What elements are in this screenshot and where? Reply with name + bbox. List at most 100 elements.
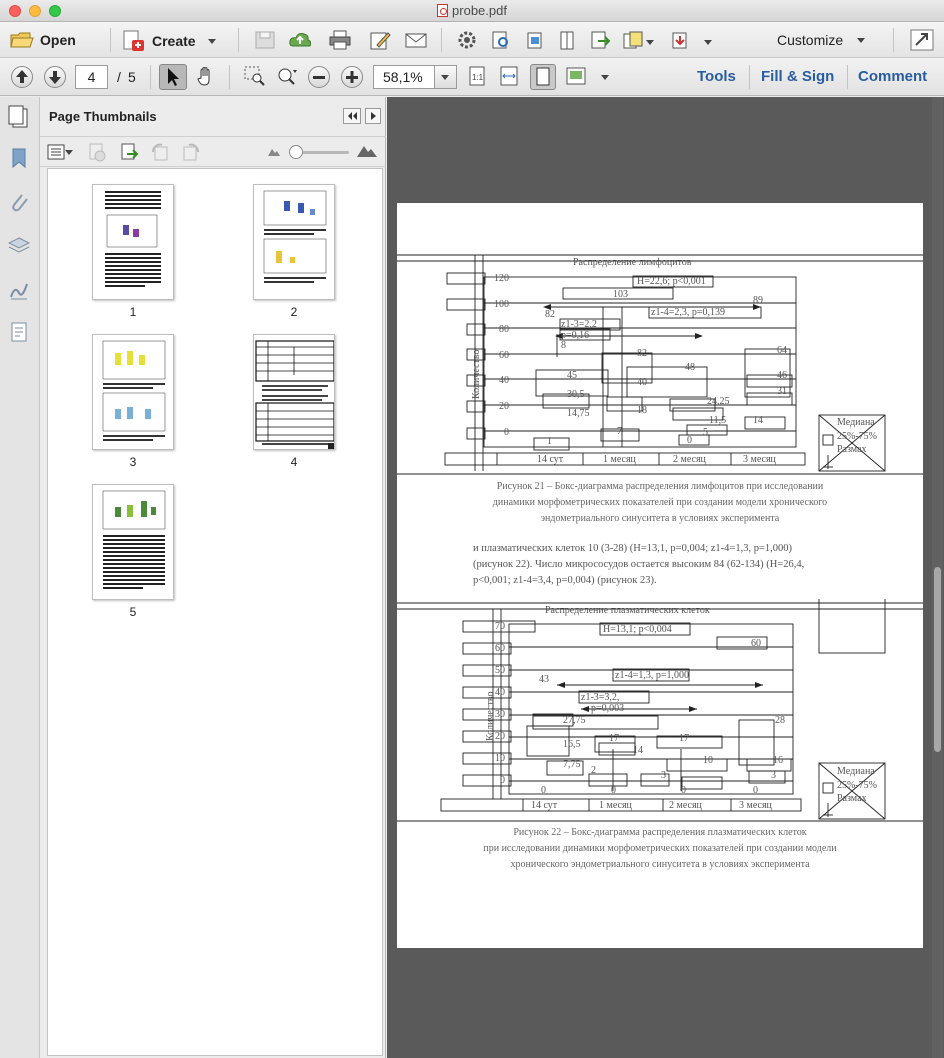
thumbnail-page-1[interactable] — [92, 184, 174, 300]
figure1-data-label: 7 — [617, 426, 622, 437]
find-document-icon[interactable] — [490, 30, 512, 50]
customize-button[interactable]: Customize — [777, 32, 866, 48]
page-3-preview — [102, 340, 166, 441]
window-title: probe.pdf — [0, 3, 944, 18]
page-number-input[interactable]: 4 — [75, 65, 108, 89]
save-icon[interactable] — [254, 30, 276, 50]
zoom-out-button[interactable] — [308, 66, 330, 88]
combine-icon[interactable] — [622, 30, 644, 50]
figure1-data-label: 14,75 — [567, 408, 590, 419]
document-view[interactable]: Распределение лимфоцитов H=22,6; p<0,001… — [387, 97, 944, 1058]
gear-icon[interactable] — [456, 30, 478, 50]
figure1-x-category: 2 месяц — [673, 454, 706, 465]
print-icon[interactable] — [329, 30, 351, 50]
insert-page-icon[interactable] — [119, 142, 139, 162]
page-thumbnails-icon[interactable] — [7, 105, 31, 129]
next-page-button[interactable] — [44, 66, 66, 88]
chevron-down-icon[interactable] — [646, 40, 654, 45]
cursor-arrow-icon — [168, 68, 179, 86]
thumbnail-label: 3 — [129, 455, 137, 469]
thumbnail-label: 5 — [129, 605, 137, 619]
large-mountain-icon — [357, 146, 377, 157]
fill-sign-pane-link[interactable]: Fill & Sign — [761, 68, 834, 85]
comment-pane-link[interactable]: Comment — [858, 68, 927, 85]
expand-panel-button[interactable] — [365, 108, 381, 124]
minus-icon — [313, 76, 325, 79]
document-properties-icon[interactable] — [8, 321, 30, 343]
page-4-preview — [255, 340, 334, 445]
figure1-y-tick: 0 — [504, 427, 509, 438]
scrollbar-thumb[interactable] — [934, 567, 941, 752]
marquee-zoom-icon[interactable] — [244, 66, 266, 86]
view-options-chevron-icon[interactable] — [601, 75, 609, 80]
total-pages: 5 — [128, 69, 136, 85]
rotate-counterclockwise-icon[interactable] — [150, 142, 170, 162]
chevron-down-icon[interactable] — [65, 150, 73, 155]
fit-width-icon[interactable] — [498, 66, 520, 86]
bookmark-icon[interactable] — [8, 147, 30, 169]
arrow-down-icon — [49, 71, 61, 84]
share-icon[interactable] — [670, 30, 692, 50]
figure2-stat-cmp1: z1-4=1,3, p=1,000 — [615, 670, 690, 681]
zoom-dropdown-icon[interactable] — [276, 66, 298, 86]
zoom-in-button[interactable] — [341, 66, 363, 88]
edit-document-icon[interactable] — [369, 30, 391, 50]
export-icon[interactable] — [589, 30, 611, 50]
figure1-y-axis-label: Количество — [471, 349, 482, 399]
small-mountain-icon — [268, 149, 280, 156]
body-paragraph-line1: и плазматических клеток 10 (3-28) (H=13,… — [473, 543, 793, 554]
create-button[interactable]: Create — [122, 30, 216, 52]
figure1-stat-cmp2: z1-3=2,2 — [561, 319, 597, 330]
figure2-data-label: 0 — [541, 785, 546, 796]
layers-icon[interactable] — [8, 235, 30, 257]
tools-pane-link[interactable]: Tools — [697, 68, 736, 85]
signature-icon[interactable] — [8, 279, 30, 301]
page-resize-handle[interactable] — [328, 443, 334, 449]
navigation-rail — [0, 97, 40, 1058]
email-icon[interactable] — [405, 30, 427, 50]
open-button[interactable]: Open — [10, 30, 76, 50]
zoom-dropdown-button[interactable] — [435, 65, 457, 89]
rotate-clockwise-icon[interactable] — [181, 142, 201, 162]
previous-page-button[interactable] — [11, 66, 33, 88]
figure1-y-tick: 80 — [499, 324, 509, 335]
title-bar: probe.pdf — [0, 0, 944, 22]
delete-page-icon[interactable] — [87, 142, 107, 162]
two-page-view-icon[interactable] — [565, 66, 587, 86]
figure1-data-label: 82 — [637, 348, 647, 359]
thumbnail-page-5[interactable] — [92, 484, 174, 600]
toolbar-overflow-chevron-icon[interactable] — [704, 40, 712, 45]
figure1-y-tick: 120 — [494, 273, 509, 284]
page-view-icon[interactable] — [556, 30, 578, 50]
create-pdf-icon — [123, 30, 144, 51]
figure2-data-label: 0 — [681, 785, 686, 796]
actual-size-icon[interactable]: 1:1 — [466, 66, 488, 86]
thumbnail-size-slider-handle[interactable] — [289, 145, 303, 159]
page-separator: / — [117, 69, 121, 85]
figure1-data-label: 48 — [685, 362, 695, 373]
thumbnail-page-2[interactable] — [253, 184, 335, 300]
figure2-legend-iqr: 25%-75% — [837, 780, 877, 791]
fullscreen-icon[interactable] — [910, 29, 934, 51]
thumbnail-page-3[interactable] — [92, 334, 174, 450]
figure1-data-label: 103 — [613, 289, 628, 300]
page-1-preview — [105, 191, 161, 287]
vertical-scrollbar[interactable] — [932, 97, 943, 1058]
thumbnail-grid: 1 2 3 4 5 — [47, 168, 383, 1056]
figure2-y-tick: 60 — [495, 643, 505, 654]
single-page-view-button[interactable] — [530, 64, 556, 90]
thumbnail-page-4[interactable] — [253, 334, 335, 450]
toolbar-separator — [893, 28, 894, 52]
cloud-upload-icon[interactable] — [289, 30, 311, 50]
thumbnail-options-icon[interactable] — [47, 143, 67, 161]
figure2-data-label: 0 — [611, 785, 616, 796]
crop-page-icon[interactable] — [524, 30, 546, 50]
select-tool-button[interactable] — [159, 64, 187, 90]
figure2-data-label: 7,75 — [563, 759, 581, 770]
zoom-level-input[interactable]: 58,1% — [373, 65, 435, 89]
navigation-toolbar: 4 / 5 58,1% 1:1 Tools Fill & Sign Commen… — [0, 58, 944, 96]
chevron-down-icon — [857, 37, 866, 43]
hand-tool-icon[interactable] — [195, 66, 217, 86]
collapse-panel-button[interactable] — [343, 108, 361, 124]
paperclip-icon[interactable] — [8, 191, 30, 213]
